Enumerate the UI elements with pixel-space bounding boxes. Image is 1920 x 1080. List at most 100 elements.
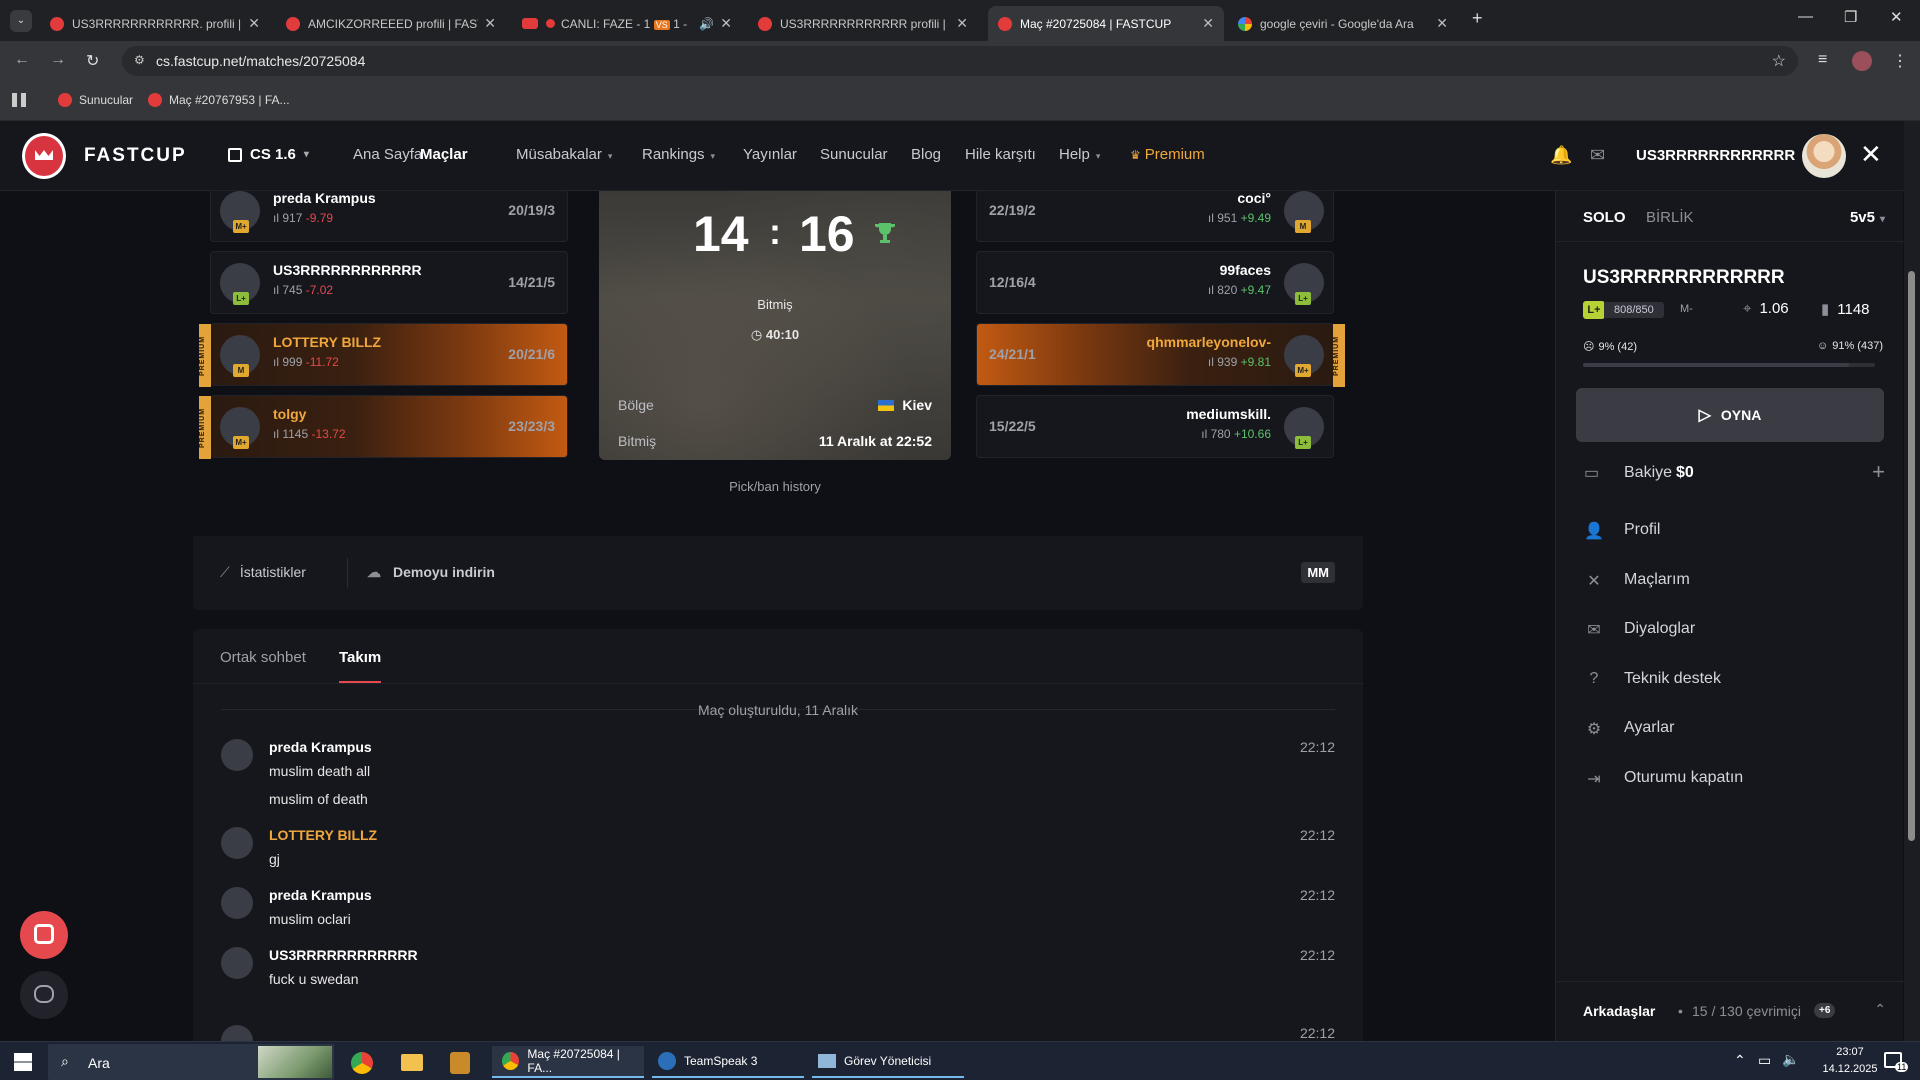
reload-icon[interactable]: ↻ [86, 51, 99, 71]
close-tab-icon[interactable]: ✕ [484, 15, 496, 32]
taskbar-search[interactable]: ⌕ Ara [48, 1044, 334, 1080]
page-scrollbar[interactable] [1904, 121, 1920, 1041]
clock-time[interactable]: 23:07 [1820, 1046, 1880, 1058]
taskbar-teamspeak-window[interactable]: TeamSpeak 3 [652, 1046, 804, 1078]
close-tab-icon[interactable]: ✕ [720, 15, 732, 32]
message-author[interactable]: preda Krampus [269, 739, 372, 755]
network-icon[interactable]: ▭ [1758, 1052, 1771, 1069]
avatar[interactable] [221, 947, 253, 979]
player-card[interactable]: PREMIUM M+ tolgy ıl 1145 -13.72 23/23/3 [199, 395, 568, 459]
browser-tab-active[interactable]: Maç #20725084 | FASTCUP ✕ [988, 6, 1224, 41]
player-card[interactable]: PREMIUM M+ qhmmarleyonelov-ıl 939 +9.81 24/… [976, 323, 1345, 387]
message-author[interactable]: LOTTERY BILLZ [269, 827, 377, 843]
tab-search-icon[interactable]: ⌄ [10, 10, 32, 32]
message-author[interactable]: preda Krampus [269, 887, 372, 903]
support-chat-button[interactable] [20, 911, 68, 959]
close-window-icon[interactable]: ✕ [1890, 8, 1903, 26]
minimize-icon[interactable]: — [1798, 8, 1813, 25]
nav-item-5[interactable]: Sunucular [820, 146, 888, 163]
taskbar-taskmgr-window[interactable]: Görev Yöneticisi [812, 1046, 964, 1078]
messages-envelope-icon[interactable]: ✉ [1590, 145, 1605, 166]
mode-selector[interactable]: 5v5 ▾ [1850, 209, 1885, 226]
nav-item-0[interactable]: Ana Sayfa [353, 146, 422, 163]
feedback-button[interactable] [20, 971, 68, 1019]
nav-item-7[interactable]: Hile karşıtı [965, 146, 1036, 163]
player-name[interactable]: tolgy [273, 406, 306, 422]
close-tab-icon[interactable]: ✕ [956, 15, 968, 32]
friends-label[interactable]: Arkadaşlar [1583, 1003, 1655, 1019]
profile-avatar[interactable] [1852, 51, 1872, 71]
media-control-icon[interactable]: ≡ [1818, 51, 1827, 69]
sidebar-menu-item[interactable]: ⚙ Ayarlar [1584, 719, 1675, 738]
clock-date[interactable]: 14.12.2025 [1820, 1063, 1880, 1075]
player-card[interactable]: PREMIUM M LOTTERY BILLZ ıl 999 -11.72 20/21/… [199, 323, 568, 387]
chevron-up-icon[interactable]: ⌃ [1874, 1001, 1886, 1018]
nav-item-8[interactable]: Help ▾ [1059, 146, 1100, 163]
game-app-icon[interactable] [450, 1052, 470, 1074]
bookmark-star-icon[interactable]: ☆ [1772, 51, 1786, 71]
browser-tab[interactable]: google çeviri - Google'da Ara ✕ [1228, 6, 1458, 41]
avatar[interactable] [221, 887, 253, 919]
nav-item-2[interactable]: Müsabakalar ▾ [516, 146, 612, 163]
bookmark-match[interactable]: Maç #20767953 | FA... [148, 93, 290, 107]
sidebar-menu-item[interactable]: 👤 Profil [1584, 521, 1660, 540]
download-demo-button[interactable]: ☁ Demoyu indirin [367, 564, 495, 581]
sidebar-menu-item[interactable]: ⇥ Oturumu kapatın [1584, 769, 1743, 788]
restore-icon[interactable]: ❐ [1844, 8, 1857, 26]
nav-item-4[interactable]: Yayınlar [743, 146, 797, 163]
close-tab-icon[interactable]: ✕ [1436, 15, 1448, 32]
stats-button[interactable]: ⟋ İstatistikler [220, 564, 306, 581]
player-name[interactable]: LOTTERY BILLZ [273, 334, 381, 350]
player-name[interactable]: mediumskill. [1186, 406, 1271, 422]
taskbar-chrome-window[interactable]: Maç #20725084 | FA... [492, 1046, 644, 1078]
player-name[interactable]: 99faces [1220, 262, 1271, 278]
player-card[interactable]: L+ mediumskill. ıl 780 +10.66 15/22/5 [976, 395, 1334, 458]
apps-grid-icon[interactable] [12, 93, 26, 107]
add-balance-icon[interactable]: + [1872, 459, 1885, 485]
avatar[interactable] [221, 739, 253, 771]
audio-playing-icon[interactable]: 🔊 [699, 17, 714, 31]
site-info-icon[interactable]: ⚙ [134, 53, 145, 67]
browser-menu-icon[interactable]: ⋮ [1892, 51, 1908, 71]
header-username[interactable]: US3RRRRRRRRRRRR [1636, 147, 1795, 164]
nav-item-1[interactable]: Maçlar [420, 146, 468, 163]
close-tab-icon[interactable]: ✕ [1202, 15, 1214, 32]
notifications-bell-icon[interactable]: 🔔 [1550, 145, 1572, 166]
sidebar-tab-party[interactable]: BİRLİK [1646, 209, 1694, 226]
scrollbar-thumb[interactable] [1908, 271, 1915, 841]
chat-tab-team[interactable]: Takım [339, 649, 381, 666]
game-selector[interactable]: CS 1.6 ▾ [228, 146, 309, 163]
browser-tab[interactable]: CANLI: FAZE - 1 VS 1 - 🔊 ✕ [512, 6, 742, 41]
nav-item-9[interactable]: ♛ Premium [1130, 146, 1205, 163]
player-name[interactable]: US3RRRRRRRRRRRR [273, 262, 422, 278]
sidebar-menu-item[interactable]: ✉ Diyaloglar [1584, 620, 1695, 639]
header-avatar[interactable] [1802, 134, 1846, 178]
player-name[interactable]: coci° [1237, 191, 1271, 206]
play-button[interactable]: ▷ OYNA [1576, 388, 1884, 442]
player-name[interactable]: preda Krampus [273, 191, 376, 206]
back-icon[interactable]: ← [14, 51, 30, 69]
player-card[interactable]: L+ 99faces ıl 820 +9.47 12/16/4 [976, 251, 1334, 314]
file-explorer-icon[interactable] [401, 1054, 423, 1071]
sidebar-username[interactable]: US3RRRRRRRRRRRR [1583, 267, 1785, 289]
player-card[interactable]: Mcoci° ıl 951 +9.49 22/19/2 [976, 191, 1334, 242]
avatar[interactable] [221, 827, 253, 859]
browser-tab[interactable]: US3RRRRRRRRRRRR profili | FA ✕ [748, 6, 978, 41]
sidebar-menu-item[interactable]: ? Teknik destek [1584, 670, 1721, 688]
player-card[interactable]: L+ US3RRRRRRRRRRRR ıl 745 -7.02 14/21/5 [210, 251, 568, 314]
pickban-history-link[interactable]: Pick/ban history [599, 479, 951, 494]
chrome-app-icon[interactable] [351, 1052, 373, 1074]
sidebar-menu-item[interactable]: ✕ Maçlarım [1584, 571, 1689, 590]
new-tab-icon[interactable]: + [1472, 8, 1483, 29]
nav-item-6[interactable]: Blog [911, 146, 941, 163]
windows-start-icon[interactable] [14, 1053, 32, 1071]
chat-tab-common[interactable]: Ortak sohbet [220, 649, 306, 666]
player-name[interactable]: qhmmarleyonelov- [1147, 334, 1271, 350]
close-tab-icon[interactable]: ✕ [248, 15, 260, 32]
browser-tab[interactable]: US3RRRRRRRRRRRR. profili | FA ✕ [40, 6, 270, 41]
close-sidebar-icon[interactable]: ✕ [1860, 139, 1882, 170]
browser-tab[interactable]: AMCIKZORREEED profili | FASTC ✕ [276, 6, 506, 41]
tray-chevron-icon[interactable]: ⌃ [1734, 1052, 1746, 1069]
sidebar-tab-solo[interactable]: SOLO [1583, 209, 1626, 226]
forward-icon[interactable]: → [50, 51, 66, 69]
